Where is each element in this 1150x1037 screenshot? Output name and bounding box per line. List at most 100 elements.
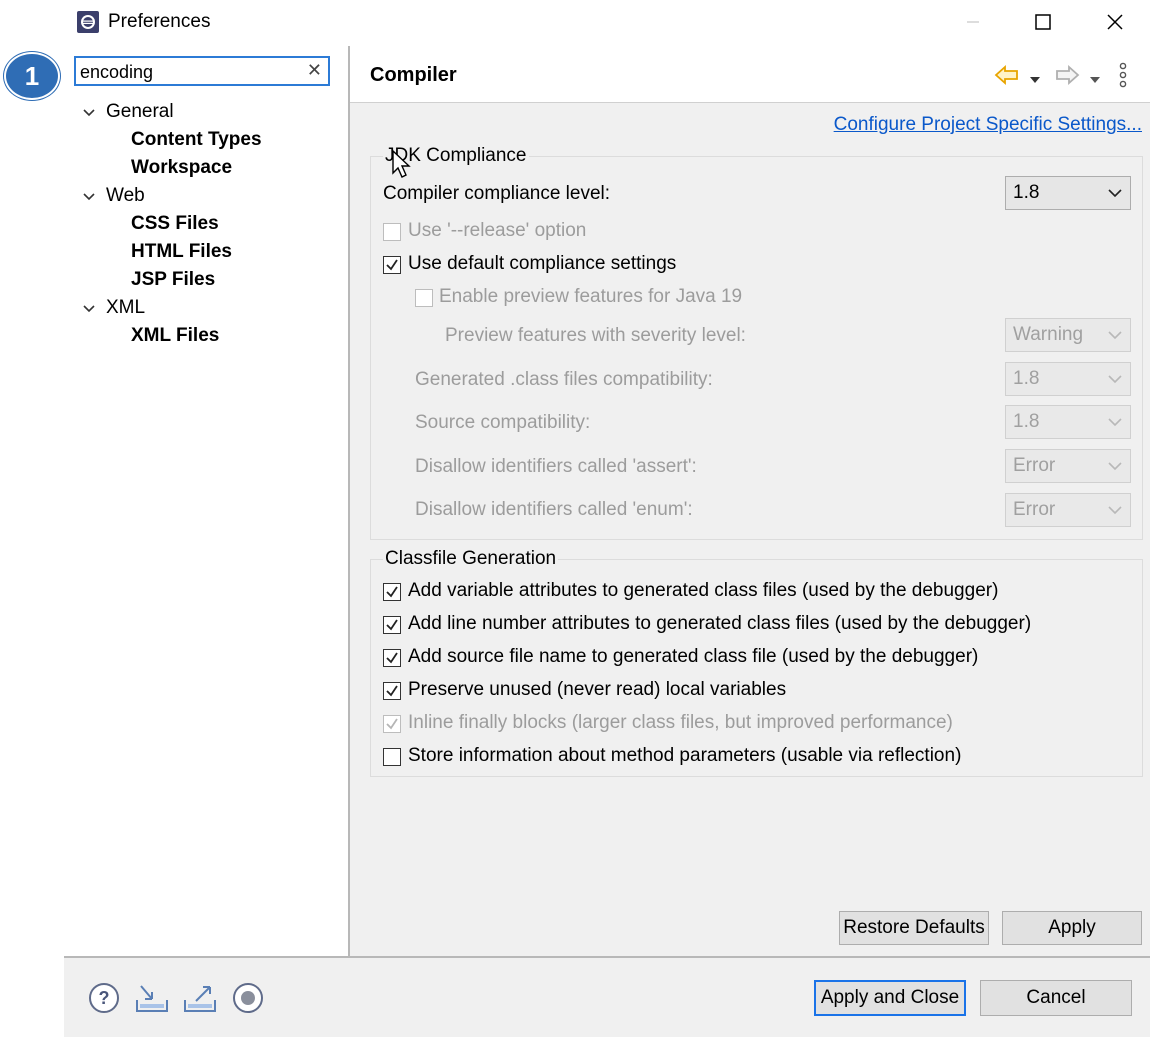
cancel-button[interactable]: Cancel — [980, 980, 1132, 1016]
page-header: Compiler — [350, 46, 1150, 103]
close-window-button[interactable] — [1092, 0, 1138, 44]
forward-arrow-icon[interactable] — [1054, 64, 1080, 91]
dialog-footer: ? Apply and Close Cancel — [64, 958, 1150, 1037]
preference-tree: General Content Types Workspace Web CSS … — [82, 98, 342, 350]
eclipse-icon — [76, 10, 100, 34]
chevron-down-icon[interactable] — [82, 106, 96, 120]
tree-item-label: JSP Files — [131, 269, 216, 290]
chevron-down-icon — [1108, 462, 1122, 471]
combo-value: Error — [1013, 455, 1056, 476]
source-file-name-checkbox[interactable] — [383, 649, 401, 667]
preview-features-checkbox[interactable] — [415, 289, 433, 307]
tree-item-xml-files[interactable]: XML Files — [82, 322, 342, 350]
configure-project-settings-link[interactable]: Configure Project Specific Settings... — [834, 114, 1142, 136]
tree-item-workspace[interactable]: Workspace — [82, 154, 342, 182]
inline-finally-checkbox[interactable] — [383, 715, 401, 733]
release-option-checkbox[interactable] — [383, 223, 401, 241]
tree-item-label: XML Files — [131, 325, 220, 346]
checkmark-icon — [386, 586, 398, 598]
combo-value: Warning — [1013, 324, 1084, 345]
filter-input[interactable] — [80, 61, 300, 83]
checkmark-icon — [386, 259, 398, 271]
apply-button[interactable]: Apply — [1002, 911, 1142, 945]
chevron-down-icon — [1108, 418, 1122, 427]
variable-attributes-label: Add variable attributes to generated cla… — [408, 580, 999, 601]
compliance-level-label: Compiler compliance level: — [383, 183, 611, 204]
combo-value: Error — [1013, 499, 1056, 520]
window-title: Preferences — [108, 11, 211, 32]
tree-group-label: Web — [106, 185, 145, 206]
preference-page: Compiler Configure Project Specific Sett… — [350, 46, 1150, 956]
apply-and-close-button[interactable]: Apply and Close — [814, 980, 966, 1016]
combo-value: 1.8 — [1013, 411, 1040, 432]
chevron-down-icon[interactable] — [82, 190, 96, 204]
filter-box: ✕ — [74, 56, 330, 86]
combo-value: 1.8 — [1013, 182, 1040, 203]
page-title: Compiler — [370, 64, 457, 86]
preview-severity-label: Preview features with severity level: — [445, 325, 746, 346]
inline-finally-label: Inline finally blocks (larger class file… — [408, 712, 953, 733]
class-compat-label: Generated .class files compatibility: — [415, 369, 713, 390]
combo-value: 1.8 — [1013, 368, 1040, 389]
method-parameters-checkbox[interactable] — [383, 748, 401, 766]
chevron-down-icon — [1108, 506, 1122, 515]
tree-item-jsp-files[interactable]: JSP Files — [82, 266, 342, 294]
tree-group-web[interactable]: Web — [82, 182, 342, 210]
export-icon[interactable] — [182, 982, 218, 1019]
forward-history-dropdown-icon[interactable] — [1089, 71, 1101, 89]
tree-item-label: HTML Files — [131, 241, 232, 262]
source-compat-label: Source compatibility: — [415, 412, 591, 433]
title-bar: Preferences — [64, 0, 1150, 46]
chevron-down-icon — [1108, 189, 1122, 198]
release-option-label: Use '--release' option — [408, 220, 587, 241]
checkmark-icon — [386, 619, 398, 631]
variable-attributes-checkbox[interactable] — [383, 583, 401, 601]
step-badge: 1 — [4, 52, 60, 100]
preserve-unused-locals-label: Preserve unused (never read) local varia… — [408, 679, 787, 700]
tree-item-css-files[interactable]: CSS Files — [82, 210, 342, 238]
tree-group-general[interactable]: General — [82, 98, 342, 126]
class-compat-select[interactable]: 1.8 — [1005, 362, 1131, 396]
tree-item-html-files[interactable]: HTML Files — [82, 238, 342, 266]
svg-text:?: ? — [99, 988, 110, 1008]
source-file-name-label: Add source file name to generated class … — [408, 646, 979, 667]
preference-navigation: ✕ General Content Types Workspace Web CS… — [64, 46, 348, 956]
tree-group-label: General — [106, 101, 174, 122]
maximize-button[interactable] — [1020, 0, 1066, 44]
tree-item-label: Workspace — [131, 157, 233, 178]
view-menu-icon[interactable] — [1118, 62, 1128, 93]
tree-item-label: CSS Files — [131, 213, 219, 234]
compliance-level-select[interactable]: 1.8 — [1005, 176, 1131, 210]
checkmark-icon — [386, 685, 398, 697]
restore-defaults-button[interactable]: Restore Defaults — [839, 911, 989, 945]
chevron-down-icon[interactable] — [82, 302, 96, 316]
default-compliance-checkbox[interactable] — [383, 256, 401, 274]
method-parameters-label: Store information about method parameter… — [408, 745, 962, 766]
line-number-attributes-label: Add line number attributes to generated … — [408, 613, 1032, 634]
default-compliance-label: Use default compliance settings — [408, 253, 677, 274]
classfile-generation-group: Classfile Generation Add variable attrib… — [370, 548, 1143, 777]
back-arrow-icon[interactable] — [994, 64, 1020, 91]
chevron-down-icon — [1108, 331, 1122, 340]
tree-group-label: XML — [106, 297, 146, 318]
source-compat-select[interactable]: 1.8 — [1005, 405, 1131, 439]
jdk-compliance-group: JDK Compliance Compiler compliance level… — [370, 145, 1143, 540]
group-legend: Classfile Generation — [383, 548, 559, 570]
preserve-unused-locals-checkbox[interactable] — [383, 682, 401, 700]
tree-item-content-types[interactable]: Content Types — [82, 126, 342, 154]
help-icon[interactable]: ? — [88, 982, 120, 1019]
minimize-button[interactable] — [950, 0, 996, 44]
preview-features-label: Enable preview features for Java 19 — [439, 286, 743, 307]
assert-identifier-select[interactable]: Error — [1005, 449, 1131, 483]
back-history-dropdown-icon[interactable] — [1029, 71, 1041, 89]
import-icon[interactable] — [134, 982, 170, 1019]
enum-identifier-select[interactable]: Error — [1005, 493, 1131, 527]
assert-identifier-label: Disallow identifiers called 'assert': — [415, 456, 697, 477]
checkmark-icon — [386, 652, 398, 664]
record-icon[interactable] — [232, 982, 264, 1019]
preview-severity-select[interactable]: Warning — [1005, 318, 1131, 352]
checkmark-icon — [386, 718, 398, 730]
line-number-attributes-checkbox[interactable] — [383, 616, 401, 634]
clear-icon[interactable]: ✕ — [307, 60, 322, 81]
tree-group-xml[interactable]: XML — [82, 294, 342, 322]
